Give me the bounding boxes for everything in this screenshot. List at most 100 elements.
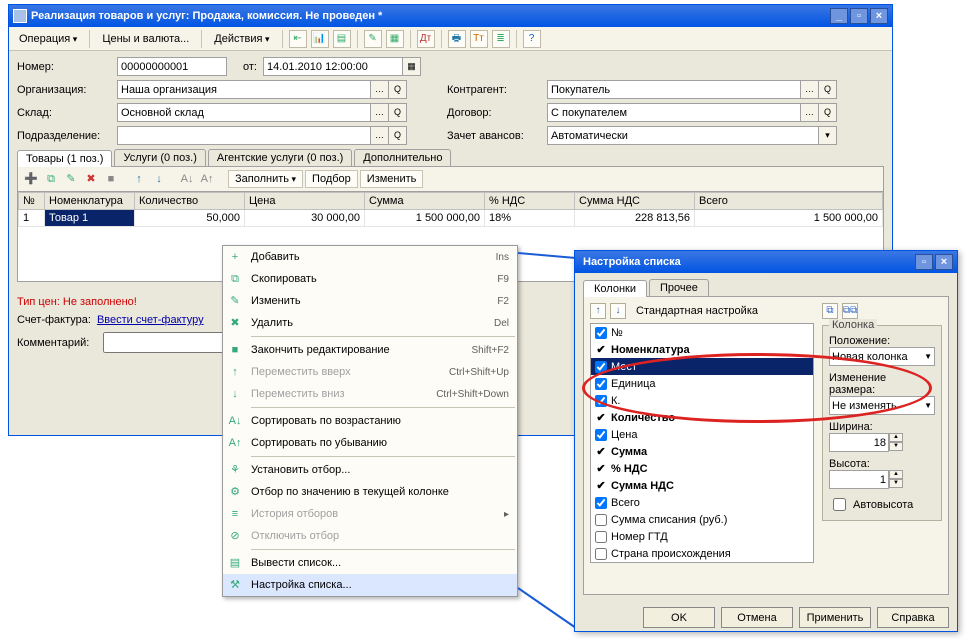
column-list-item[interactable]: ✔Сумма НДС [591, 477, 813, 494]
col-n[interactable]: № [19, 193, 45, 210]
col-vat-percent[interactable]: % НДС [485, 193, 575, 210]
counterparty-open-button[interactable]: Q [819, 80, 837, 99]
cancel-button[interactable]: Отмена [721, 607, 793, 628]
tab-services[interactable]: Услуги (0 поз.) [114, 149, 205, 166]
toolbar-chart-icon[interactable]: 📊 [311, 30, 329, 48]
column-checkbox[interactable] [595, 395, 607, 407]
column-checkbox[interactable] [595, 497, 607, 509]
column-list-item[interactable]: ✔% НДС [591, 460, 813, 477]
col-vat-sum[interactable]: Сумма НДС [575, 193, 695, 210]
autoheight-row[interactable]: Автовысота [829, 495, 935, 514]
tb-add-icon[interactable]: ➕ [22, 170, 40, 188]
minimize-button[interactable]: _ [830, 8, 848, 24]
dialog-maximize-button[interactable]: ▫ [915, 254, 933, 270]
context-menu-item[interactable]: ✎ИзменитьF2 [223, 290, 517, 312]
resize-select[interactable]: Не изменять▼ [829, 396, 935, 415]
toolbar-print-icon[interactable]: 🖶 [448, 30, 466, 48]
col-sum[interactable]: Сумма [365, 193, 485, 210]
column-list-item[interactable]: Номер ГТД [591, 528, 813, 545]
col-total[interactable]: Всего [695, 193, 883, 210]
columns-list[interactable]: №✔НоменклатураМестЕдиницаК.✔КоличествоЦе… [590, 323, 814, 563]
tb-edit-button[interactable]: Изменить [360, 170, 424, 188]
column-list-item[interactable]: Страна происхождения [591, 545, 813, 562]
tb-move-up-icon[interactable]: ↑ [130, 170, 148, 188]
context-menu-item[interactable]: ⚘Установить отбор... [223, 459, 517, 481]
copy-settings-all-icon[interactable]: ⧉⧉ [842, 303, 858, 319]
copy-settings-icon[interactable]: ⧉ [822, 303, 838, 319]
tb-finish-icon[interactable]: ■ [102, 170, 120, 188]
tb-sort-asc-icon[interactable]: A↓ [178, 170, 196, 188]
width-down-button[interactable]: ▼ [889, 442, 903, 451]
tab-extra[interactable]: Дополнительно [354, 149, 451, 166]
column-list-item[interactable]: Всего [591, 494, 813, 511]
col-nomenclature[interactable]: Номенклатура [45, 193, 135, 210]
col-qty[interactable]: Количество [135, 193, 245, 210]
tb-sort-desc-icon[interactable]: A↑ [198, 170, 216, 188]
context-menu-item[interactable]: ⧉СкопироватьF9 [223, 268, 517, 290]
toolbar-advice-icon[interactable]: ✎ [364, 30, 382, 48]
column-list-item[interactable]: Сумма списания (руб.) [591, 511, 813, 528]
ok-button[interactable]: OK [643, 607, 715, 628]
context-menu-item[interactable]: ■Закончить редактированиеShift+F2 [223, 339, 517, 361]
column-checkbox[interactable] [595, 361, 607, 373]
column-checkbox[interactable] [595, 327, 607, 339]
calendar-icon[interactable]: ▦ [403, 57, 421, 76]
tb-edit-icon[interactable]: ✎ [62, 170, 80, 188]
contract-select-button[interactable]: … [801, 103, 819, 122]
column-checkbox[interactable] [595, 531, 607, 543]
context-menu-item[interactable]: A↓Сортировать по возрастанию [223, 410, 517, 432]
maximize-button[interactable]: ▫ [850, 8, 868, 24]
dialog-tab-other[interactable]: Прочее [649, 279, 709, 296]
department-input[interactable] [117, 126, 371, 145]
width-up-button[interactable]: ▲ [889, 433, 903, 442]
close-button[interactable]: × [870, 8, 888, 24]
invoice-link[interactable]: Ввести счет-фактуру [97, 314, 204, 326]
warehouse-open-button[interactable]: Q [389, 103, 407, 122]
warehouse-input[interactable] [117, 103, 371, 122]
column-list-item[interactable]: ✔Количество [591, 409, 813, 426]
column-list-item[interactable]: ✔Номенклатура [591, 341, 813, 358]
column-checkbox[interactable] [595, 429, 607, 441]
menu-prices[interactable]: Цены и валюта... [96, 31, 195, 47]
column-checkbox[interactable] [595, 514, 607, 526]
move-col-down-button[interactable]: ↓ [610, 303, 626, 319]
org-input[interactable] [117, 80, 371, 99]
date-input[interactable] [263, 57, 403, 76]
table-row[interactable]: 1Товар 150,00030 000,001 500 000,0018%22… [19, 210, 883, 227]
tab-agent[interactable]: Агентские услуги (0 поз.) [208, 149, 352, 166]
tb-move-down-icon[interactable]: ↓ [150, 170, 168, 188]
width-input[interactable]: 18 [829, 433, 889, 452]
context-menu-item[interactable]: ⚒Настройка списка... [223, 574, 517, 596]
org-select-button[interactable]: … [371, 80, 389, 99]
toolbar-list-icon[interactable]: ≣ [492, 30, 510, 48]
column-list-item[interactable]: № [591, 324, 813, 341]
counterparty-input[interactable] [547, 80, 801, 99]
tb-copy-icon[interactable]: ⧉ [42, 170, 60, 188]
tab-goods[interactable]: Товары (1 поз.) [17, 150, 112, 167]
context-menu[interactable]: +ДобавитьIns⧉СкопироватьF9✎ИзменитьF2✖Уд… [222, 245, 518, 597]
tb-fill-button[interactable]: Заполнить [228, 170, 303, 188]
standard-setup-label[interactable]: Стандартная настройка [636, 305, 758, 317]
context-menu-item[interactable]: ✖УдалитьDel [223, 312, 517, 334]
context-menu-item[interactable]: +ДобавитьIns [223, 246, 517, 268]
height-input[interactable]: 1 [829, 470, 889, 489]
column-list-item[interactable]: К. [591, 392, 813, 409]
apply-button[interactable]: Применить [799, 607, 871, 628]
help-button[interactable]: Справка [877, 607, 949, 628]
toolbar-dt-kt-icon[interactable]: Дт [417, 30, 435, 48]
move-col-up-button[interactable]: ↑ [590, 303, 606, 319]
number-input[interactable] [117, 57, 227, 76]
column-checkbox[interactable] [595, 378, 607, 390]
dialog-close-button[interactable]: × [935, 254, 953, 270]
column-list-item[interactable]: Цена [591, 426, 813, 443]
tb-delete-icon[interactable]: ✖ [82, 170, 100, 188]
menu-actions[interactable]: Действия [208, 31, 275, 47]
department-select-button[interactable]: … [371, 126, 389, 145]
toolbar-doc-icon[interactable]: ▤ [333, 30, 351, 48]
column-list-item[interactable]: ✔Сумма [591, 443, 813, 460]
column-list-item[interactable]: Единица [591, 375, 813, 392]
advance-dropdown-button[interactable]: ▾ [819, 126, 837, 145]
contract-input[interactable] [547, 103, 801, 122]
dialog-tab-columns[interactable]: Колонки [583, 280, 647, 297]
toolbar-help-icon[interactable]: ? [523, 30, 541, 48]
